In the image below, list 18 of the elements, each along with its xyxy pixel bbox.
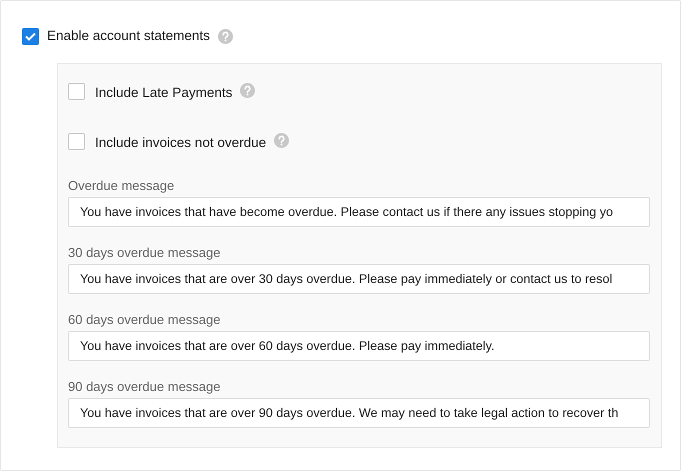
checkbox[interactable]	[68, 83, 85, 100]
message-field[interactable]: You have invoices that are over 90 days overdue. We may need to take legal action to recover th	[68, 398, 650, 428]
checkbox[interactable]	[68, 133, 85, 150]
checkbox-label: Enable account statements	[47, 27, 210, 45]
help-icon[interactable]	[274, 133, 290, 148]
checkbox-label: Include Late Payments	[95, 84, 232, 102]
message-field[interactable]: You have invoices that are over 30 days overdue. Please pay immediately or contact us to resol	[68, 264, 650, 294]
help-icon[interactable]	[218, 28, 233, 44]
help-icon[interactable]	[240, 83, 256, 98]
message-field[interactable]: You have invoices that have become overdue. Please contact us if there any issues stopping yo	[68, 197, 650, 228]
field-label: 60 days overdue message	[68, 313, 222, 326]
checkbox-label: Include invoices not overdue	[95, 134, 266, 152]
check-icon	[25, 32, 36, 41]
checkbox[interactable]	[22, 28, 39, 45]
message-field[interactable]: You have invoices that are over 60 days overdue. Please pay immediately.	[68, 331, 650, 362]
field-label: 30 days overdue message	[68, 246, 222, 260]
field-label: Overdue message	[68, 179, 176, 192]
field-label: 90 days overdue message	[68, 380, 222, 394]
